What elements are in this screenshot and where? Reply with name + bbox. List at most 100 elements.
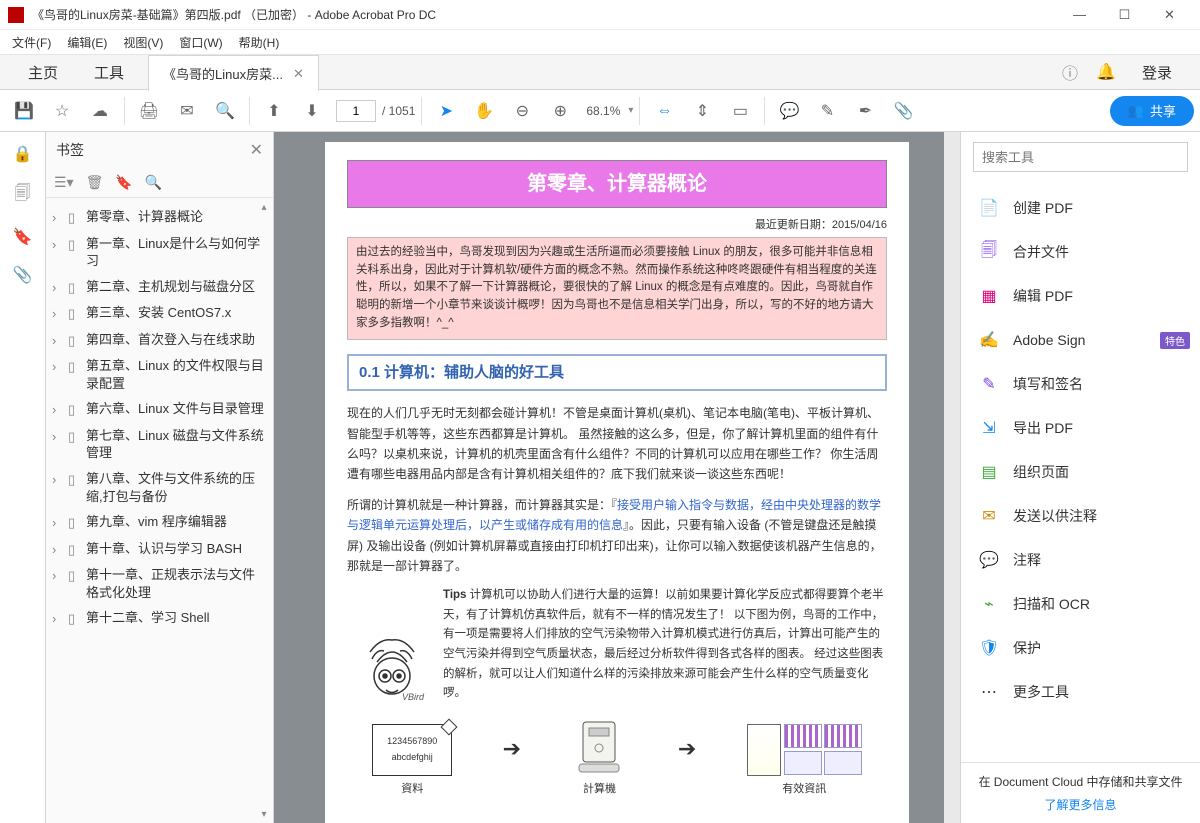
tool-label: Adobe Sign (1013, 332, 1085, 348)
bookmark-item[interactable]: ›▯第八章、文件与文件系统的压缩,打包与备份 (50, 466, 269, 509)
bookmark-item[interactable]: ›▯第零章、计算器概论 (50, 204, 269, 231)
chevron-right-icon[interactable]: › (52, 235, 64, 254)
scroll-down-icon[interactable]: ▾ (257, 807, 271, 821)
chevron-right-icon[interactable]: › (52, 540, 64, 559)
chevron-right-icon[interactable]: › (52, 331, 64, 350)
thumbnails-icon[interactable]: 🗐 (15, 182, 31, 209)
menu-window[interactable]: 窗口(W) (173, 32, 228, 53)
chevron-right-icon[interactable]: › (52, 609, 64, 628)
tab-home[interactable]: 主页 (10, 54, 76, 90)
tool-item[interactable]: ⋯更多工具 (961, 670, 1200, 714)
comment-icon[interactable]: 💬 (771, 93, 807, 129)
attachments-icon[interactable]: 📎 (13, 265, 33, 285)
svg-text:VBird: VBird (402, 692, 425, 702)
chevron-right-icon[interactable]: › (52, 304, 64, 323)
maximize-button[interactable]: ☐ (1102, 0, 1147, 30)
tool-item[interactable]: ▤组织页面 (961, 450, 1200, 494)
bookmark-item[interactable]: ›▯第十二章、学习 Shell (50, 605, 269, 632)
save-icon[interactable]: 💾 (6, 93, 42, 129)
zoom-value[interactable]: 68.1% (580, 104, 626, 118)
bookmark-label: 第十章、认识与学习 BASH (86, 540, 265, 558)
share-button[interactable]: 👥 共享 (1110, 96, 1194, 126)
fit-width-icon[interactable]: ⇔ (646, 93, 682, 129)
minimize-button[interactable]: — (1057, 0, 1102, 30)
chevron-right-icon[interactable]: › (52, 357, 64, 376)
highlight-icon[interactable]: ✎ (809, 93, 845, 129)
menu-view[interactable]: 视图(V) (117, 32, 169, 53)
bookmark-item[interactable]: ›▯第四章、首次登入与在线求助 (50, 327, 269, 354)
star-icon[interactable]: ☆ (44, 93, 80, 129)
tab-bar: 主页 工具 《鸟哥的Linux房菜... ✕ ⓘ 🔔 登录 (0, 54, 1200, 90)
tab-document[interactable]: 《鸟哥的Linux房菜... ✕ (148, 55, 319, 91)
tool-item[interactable]: ✎填写和签名 (961, 362, 1200, 406)
vertical-scrollbar[interactable] (944, 132, 960, 823)
bookmark-item[interactable]: ›▯第五章、Linux 的文件权限与目录配置 (50, 353, 269, 396)
tool-item[interactable]: 🛡保护 (961, 626, 1200, 670)
hand-icon[interactable]: ✋ (466, 93, 502, 129)
search-icon[interactable]: 🔍 (207, 93, 243, 129)
tools-panel: 📄创建 PDF🗐合并文件▦编辑 PDF✍Adobe Sign特色✎填写和签名⇲导… (960, 132, 1200, 823)
bookmark-item[interactable]: ›▯第三章、安装 CentOS7.x (50, 300, 269, 327)
chevron-right-icon[interactable]: › (52, 278, 64, 297)
bookmark-item[interactable]: ›▯第六章、Linux 文件与目录管理 (50, 396, 269, 423)
delete-icon[interactable]: 🗑 (86, 174, 104, 191)
tools-search-input[interactable] (973, 142, 1188, 172)
bookmark-item[interactable]: ›▯第七章、Linux 磁盘与文件系统管理 (50, 423, 269, 466)
bookmark-item[interactable]: ›▯第十一章、正规表示法与文件格式化处理 (50, 562, 269, 605)
close-panel-icon[interactable]: ✕ (250, 140, 263, 160)
stamp-icon[interactable]: 📎 (885, 93, 921, 129)
lock-icon[interactable]: 🔒 (13, 144, 33, 164)
bookmarks-icon[interactable]: 🔖 (13, 227, 33, 247)
tool-item[interactable]: ▦编辑 PDF (961, 274, 1200, 318)
bell-icon[interactable]: 🔔 (1088, 62, 1124, 82)
pointer-icon[interactable]: ➤ (428, 93, 464, 129)
intro-box: 由过去的经验当中，鸟哥发现到因为兴趣或生活所逼而必须要接触 Linux 的朋友，… (347, 237, 887, 340)
menu-help[interactable]: 帮助(H) (233, 32, 286, 53)
chevron-right-icon[interactable]: › (52, 400, 64, 419)
chevron-right-icon[interactable]: › (52, 208, 64, 227)
menu-edit[interactable]: 编辑(E) (61, 32, 113, 53)
chevron-right-icon[interactable]: › (52, 427, 64, 446)
tool-item[interactable]: ✍Adobe Sign特色 (961, 318, 1200, 362)
tool-item[interactable]: ✉发送以供注释 (961, 494, 1200, 538)
new-bookmark-icon[interactable]: 🔖 (115, 174, 132, 191)
page-up-icon[interactable]: ⬆ (256, 93, 292, 129)
tool-item[interactable]: ⇲导出 PDF (961, 406, 1200, 450)
tool-icon: ⋯ (979, 682, 999, 702)
tool-item[interactable]: 💬注释 (961, 538, 1200, 582)
help-icon[interactable]: ⓘ (1052, 60, 1088, 84)
close-window-button[interactable]: ✕ (1147, 0, 1192, 30)
tool-item[interactable]: 📄创建 PDF (961, 186, 1200, 230)
bookmark-options-icon[interactable]: ☰▾ (54, 174, 74, 191)
bookmark-item[interactable]: ›▯第九章、vim 程序编辑器 (50, 509, 269, 536)
bookmark-label: 第零章、计算器概论 (86, 208, 265, 226)
tool-item[interactable]: ⌁扫描和 OCR (961, 582, 1200, 626)
close-tab-icon[interactable]: ✕ (293, 66, 304, 82)
find-bookmark-icon[interactable]: 🔍 (145, 174, 162, 191)
fit-page-icon[interactable]: ⇕ (684, 93, 720, 129)
login-button[interactable]: 登录 (1124, 54, 1190, 90)
tool-item[interactable]: 🗐合并文件 (961, 230, 1200, 274)
zoom-out-icon[interactable]: ⊖ (504, 93, 540, 129)
bookmark-item[interactable]: ›▯第二章、主机规划与磁盘分区 (50, 274, 269, 301)
mail-icon[interactable]: ✉ (169, 93, 205, 129)
chevron-right-icon[interactable]: › (52, 513, 64, 532)
page-down-icon[interactable]: ⬇ (294, 93, 330, 129)
sign-icon[interactable]: ✒ (847, 93, 883, 129)
print-icon[interactable]: 🖨 (131, 93, 167, 129)
chevron-right-icon[interactable]: › (52, 566, 64, 585)
learn-more-link[interactable]: 了解更多信息 (975, 796, 1186, 813)
document-viewport[interactable]: 第零章、计算器概论 最近更新日期：2015/04/16 由过去的经验当中，鸟哥发… (274, 132, 960, 823)
cloud-upload-icon[interactable]: ☁ (82, 93, 118, 129)
scroll-up-icon[interactable]: ▴ (257, 200, 271, 214)
chevron-right-icon[interactable]: › (52, 470, 64, 489)
read-mode-icon[interactable]: ▭ (722, 93, 758, 129)
tab-tools[interactable]: 工具 (76, 54, 142, 90)
bookmark-label: 第九章、vim 程序编辑器 (86, 513, 265, 531)
zoom-in-icon[interactable]: ⊕ (542, 93, 578, 129)
bookmark-item[interactable]: ›▯第十章、认识与学习 BASH (50, 536, 269, 563)
bookmark-item[interactable]: ›▯第一章、Linux是什么与如何学习 (50, 231, 269, 274)
tab-document-label: 《鸟哥的Linux房菜... (163, 64, 283, 83)
page-number-input[interactable] (336, 100, 376, 122)
menu-file[interactable]: 文件(F) (6, 32, 57, 53)
